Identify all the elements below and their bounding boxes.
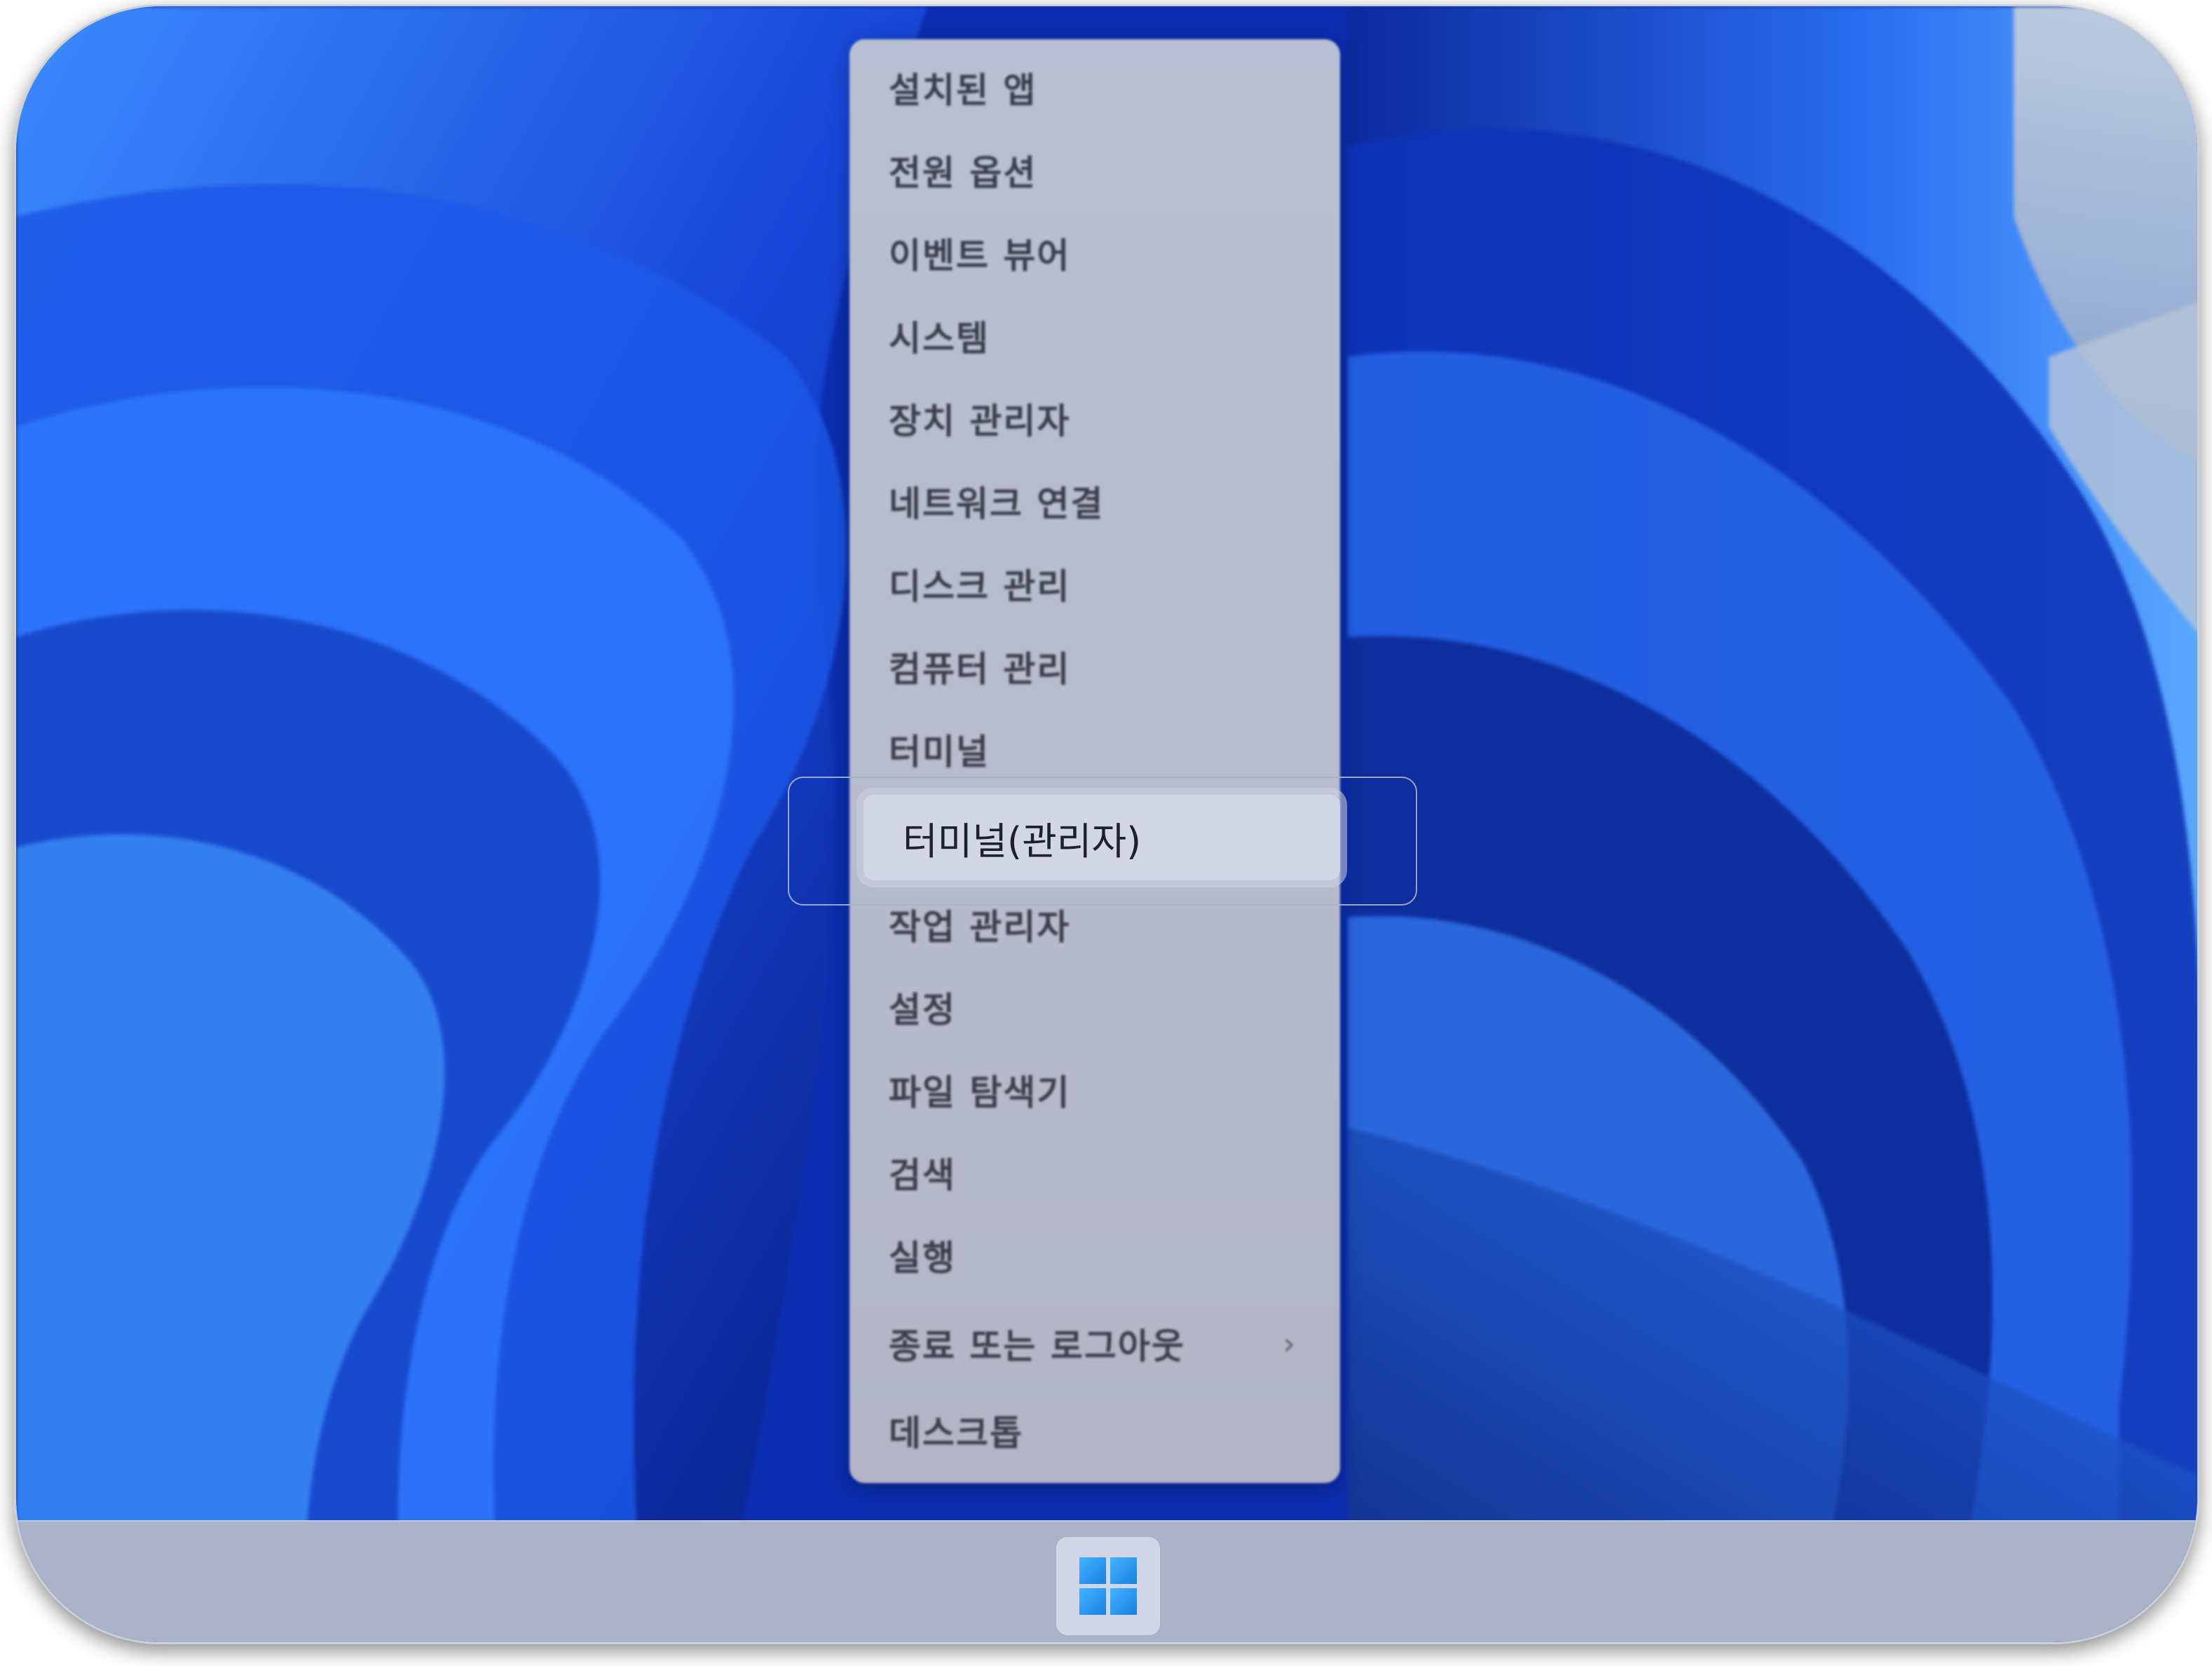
chevron-right-icon: › [1283,1325,1297,1362]
windows-logo-icon [1079,1557,1137,1615]
menu-item-shutdown-or-signout[interactable]: 종료 또는 로그아웃 › [849,1305,1340,1382]
menu-item-settings[interactable]: 설정 [849,969,1340,1046]
menu-item-label: 종료 또는 로그아웃 [889,1326,1185,1367]
menu-item-event-viewer[interactable]: 이벤트 뷰어 [849,214,1340,292]
menu-item-run[interactable]: 실행 [849,1217,1340,1294]
taskbar [16,1520,2197,1642]
menu-item-disk-management[interactable]: 디스크 관리 [849,545,1340,622]
winx-context-menu: 설치된 앱 전원 옵션 이벤트 뷰어 시스템 장치 관리자 네트워크 연결 디스… [849,39,1340,1483]
menu-item-search[interactable]: 검색 [849,1134,1340,1211]
menu-item-label: 터미널(관리자) [903,819,1142,863]
start-button[interactable] [1056,1537,1160,1635]
menu-item-computer-management[interactable]: 컴퓨터 관리 [849,628,1340,705]
menu-item-installed-apps[interactable]: 설치된 앱 [849,49,1340,126]
menu-item-system[interactable]: 시스템 [849,297,1340,374]
menu-item-device-manager[interactable]: 장치 관리자 [849,380,1340,457]
menu-item-file-explorer[interactable]: 파일 탐색기 [849,1051,1340,1128]
menu-item-terminal-admin[interactable]: 터미널(관리자) [863,795,1340,880]
menu-item-desktop[interactable]: 데스크톱 [849,1392,1340,1469]
menu-item-power-options[interactable]: 전원 옵션 [849,132,1340,209]
menu-item-network-connections[interactable]: 네트워크 연결 [849,463,1340,540]
